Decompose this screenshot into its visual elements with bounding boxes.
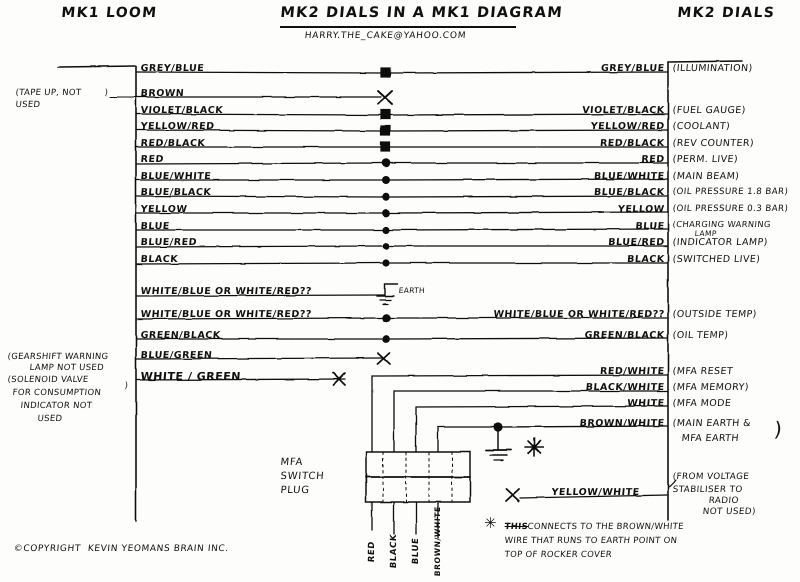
- plug-wire-label-3: BROWN/WHITE: [433, 505, 442, 577]
- earth-label: EARTH: [398, 286, 426, 295]
- asterisk-note-struck-word: THIS: [504, 522, 529, 532]
- diagram-canvas: MK1 LOOM MK2 DIALS IN A MK1 DIAGRAM HARR…: [0, 0, 800, 582]
- plug-label-line2: SWITCH: [279, 471, 325, 482]
- note-gearshift-line1: (GEARSHIFT WARNING: [7, 352, 109, 362]
- function-label-0: (ILLUMINATION): [672, 63, 754, 74]
- function-label-voltage-line3: RADIO: [708, 496, 740, 506]
- wire-label-left-10: BLUE/RED: [140, 237, 198, 248]
- wire-label-left-14: GREEN/BLACK: [140, 330, 222, 341]
- wire-label-right-4: RED/BLACK: [599, 138, 666, 149]
- note-solenoid-line1: (SOLENOID VALVE: [7, 375, 89, 385]
- function-label-voltage-line4: NOT USED): [702, 507, 757, 517]
- right-header-mk2-dials: MK2 DIALS: [676, 5, 776, 21]
- function-label-7: (OIL PRESSURE 1.8 BAR): [672, 187, 789, 197]
- wire-label-mfa-1: BLACK/WHITE: [585, 382, 666, 393]
- wire-label-left-8: YELLOW: [140, 204, 188, 215]
- title-underline: [280, 26, 516, 28]
- wire-label-right-10: BLUE/RED: [607, 237, 666, 248]
- function-label-mfa-3: (MAIN EARTH &: [672, 418, 752, 429]
- wire-label-mfa-3: BROWN/WHITE: [579, 418, 666, 429]
- plug-wire-label-0: RED: [367, 540, 377, 563]
- function-label-4: (REV COUNTER): [672, 138, 755, 149]
- wire-label-left-16: WHITE / GREEN: [139, 370, 242, 383]
- note-solenoid-line4: USED: [37, 414, 63, 424]
- wire-label-right-6: BLUE/WHITE: [593, 171, 666, 182]
- copyright-notice: ©COPYRIGHT KEVIN YEOMANS BRAIN INC.: [13, 544, 230, 554]
- function-label-mfa-0: (MFA RESET: [672, 366, 734, 377]
- function-label-13: (OUTSIDE TEMP): [672, 309, 758, 320]
- function-label-6: (MAIN BEAM): [672, 171, 740, 182]
- wire-label-left-2: VIOLET/BLACK: [140, 105, 224, 116]
- asterisk-note-line3: TOP OF ROCKER COVER: [504, 550, 613, 560]
- function-label-5: (PERM. LIVE): [672, 154, 739, 165]
- left-header-mk1-loom: MK1 LOOM: [60, 5, 159, 21]
- function-label-3: (COOLANT): [672, 121, 731, 132]
- plug-wire-label-1: BLACK: [389, 533, 399, 569]
- wire-label-right-9: BLUE: [634, 221, 666, 232]
- function-label-voltage-line1: (FROM VOLTAGE: [672, 472, 750, 482]
- asterisk-note-line2: WIRE THAT RUNS TO EARTH POINT ON: [504, 536, 678, 546]
- wire-label-left-0: GREY/BLUE: [140, 63, 205, 74]
- note-tape-up-line1: (TAPE UP, NOT: [15, 88, 82, 98]
- wire-label-right-5: RED: [640, 154, 666, 165]
- note-gearshift-line2: LAMP NOT USED: [29, 363, 105, 373]
- function-label-voltage-line2: STABILISER TO: [672, 485, 744, 495]
- function-label-10: (INDICATOR LAMP): [672, 237, 769, 248]
- function-label-mfa-2: (MFA MODE: [672, 398, 732, 409]
- wire-label-left-11: BLACK: [140, 254, 179, 265]
- wire-label-right-2: VIOLET/BLACK: [581, 105, 666, 116]
- plug-label-line3: PLUG: [279, 485, 311, 496]
- wire-label-right-7: BLUE/BLACK: [593, 187, 666, 198]
- wire-label-mfa-0: RED/WHITE: [599, 366, 666, 377]
- wire-label-left-7: BLUE/BLACK: [140, 187, 212, 198]
- function-label-14: (OIL TEMP): [672, 330, 729, 341]
- wire-label-left-6: BLUE/WHITE: [140, 171, 212, 182]
- function-label-mfa-1: (MFA MEMORY): [672, 382, 750, 393]
- wire-label-right-3: YELLOW/RED: [590, 121, 666, 132]
- note-tape-up-line2: USED: [15, 100, 41, 110]
- wire-label-left-15: BLUE/GREEN: [140, 350, 213, 361]
- wire-label-right-11: BLACK: [626, 254, 666, 265]
- wire-label-yellow-white: YELLOW/WHITE: [551, 487, 641, 498]
- function-label-2: (FUEL GAUGE): [672, 105, 747, 116]
- wire-label-left-12: WHITE/BLUE OR WHITE/RED??: [140, 286, 313, 297]
- asterisk-note-line1: CONNECTS TO THE BROWN/WHITE: [527, 522, 685, 532]
- wire-label-right-8: YELLOW: [617, 204, 666, 215]
- function-label-mfa-earth: MFA EARTH: [681, 433, 740, 444]
- wire-label-right-14: GREEN/BLACK: [584, 330, 666, 341]
- wire-label-right-13: WHITE/BLUE OR WHITE/RED??: [492, 309, 666, 320]
- wire-label-left-4: RED/BLACK: [140, 138, 206, 149]
- function-label-9: (CHARGING WARNING: [672, 219, 772, 229]
- page-title: MK2 DIALS IN A MK1 DIAGRAM: [279, 5, 564, 21]
- plug-wire-label-2: BLUE: [411, 537, 421, 565]
- wire-label-left-5: RED: [140, 154, 165, 165]
- wire-label-right-0: GREY/BLUE: [600, 63, 666, 74]
- asterisk-icon: ✳: [484, 514, 497, 532]
- author-email: HARRY.THE_CAKE@YAHOO.COM: [304, 31, 467, 41]
- note-solenoid-line2: FOR CONSUMPTION: [12, 388, 102, 398]
- function-label-11: (SWITCHED LIVE): [672, 254, 761, 265]
- wire-label-left-3: YELLOW/RED: [140, 121, 215, 132]
- wire-label-mfa-2: WHITE: [626, 398, 666, 409]
- note-solenoid-line3: INDICATOR NOT: [20, 401, 93, 411]
- plug-label-line1: MFA: [279, 457, 304, 468]
- function-label-8: (OIL PRESSURE 0.3 BAR): [672, 204, 789, 214]
- wire-label-left-13: WHITE/BLUE OR WHITE/RED??: [140, 309, 313, 320]
- wire-label-left-1: BROWN: [140, 88, 185, 99]
- wire-label-left-9: BLUE: [140, 221, 171, 232]
